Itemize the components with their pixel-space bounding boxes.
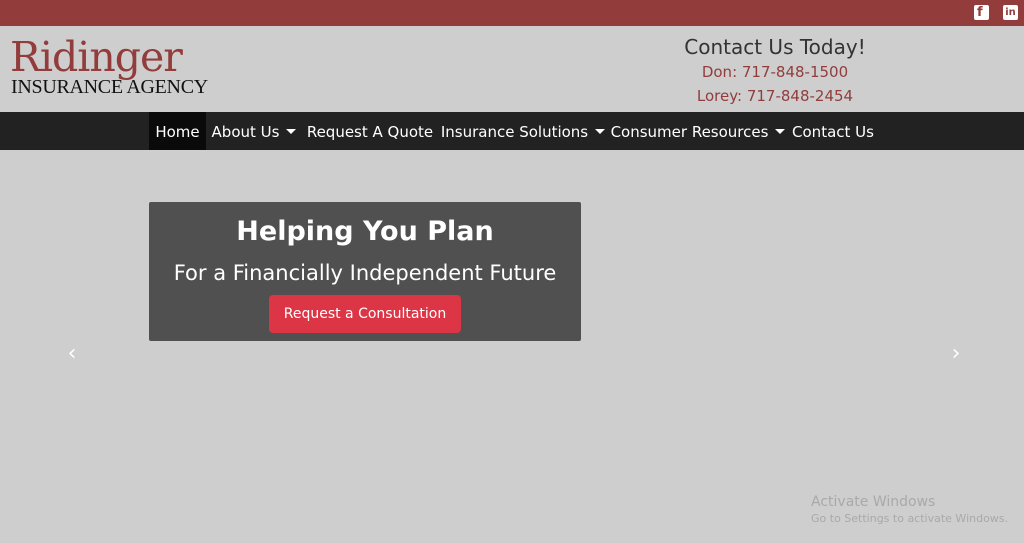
windows-activation-watermark: Activate Windows Go to Settings to activ…: [811, 493, 1008, 527]
agency-logo[interactable]: Ridinger INSURANCE AGENCY: [10, 34, 230, 100]
nav-item-about-us[interactable]: About Us: [206, 112, 302, 150]
logo-name: Ridinger: [10, 33, 183, 81]
request-consultation-button[interactable]: Request a Consultation: [269, 295, 461, 333]
nav-label: Insurance Solutions: [440, 123, 589, 141]
nav-item-home[interactable]: Home: [149, 112, 206, 150]
hero-subtitle: For a Financially Independent Future: [173, 261, 557, 285]
caret-down-icon: [775, 129, 786, 134]
contact-block: Contact Us Today! Don: 717-848-1500 Lore…: [660, 34, 890, 108]
hero-caption: Helping You Plan For a Financially Indep…: [149, 202, 581, 341]
nav-label: Request A Quote: [306, 123, 434, 141]
nav-label: Contact Us: [792, 123, 874, 141]
nav-item-insurance-solutions[interactable]: Insurance Solutions: [438, 112, 608, 150]
phone-lorey-link[interactable]: Lorey: 717-848-2454: [660, 84, 890, 108]
nav-label: Consumer Resources: [610, 123, 769, 141]
hero-title: Helping You Plan: [236, 216, 494, 247]
nav-item-contact-us[interactable]: Contact Us: [788, 112, 878, 150]
contact-title: Contact Us Today!: [684, 35, 866, 59]
facebook-icon[interactable]: f: [974, 5, 989, 20]
facebook-glyph: f: [977, 5, 983, 20]
linkedin-icon[interactable]: in: [1003, 5, 1018, 20]
caret-down-icon: [286, 129, 297, 134]
watermark-line-2: Go to Settings to activate Windows.: [811, 512, 1009, 525]
main-nav: Home About Us Request A Quote Insurance …: [0, 112, 1024, 150]
phone-don-link[interactable]: Don: 717-848-1500: [660, 60, 890, 84]
caret-down-icon: [595, 129, 606, 134]
watermark-line-1: Activate Windows: [811, 494, 936, 510]
nav-label: Home: [155, 123, 200, 141]
nav-label: About Us: [211, 123, 280, 141]
carousel-prev-icon[interactable]: ‹: [60, 340, 84, 368]
logo-agency: INSURANCE AGENCY: [11, 76, 208, 98]
nav-item-request-a-quote[interactable]: Request A Quote: [304, 112, 436, 150]
nav-item-consumer-resources[interactable]: Consumer Resources: [608, 112, 788, 150]
top-bar: f in: [0, 0, 1024, 26]
carousel-next-icon[interactable]: ›: [944, 340, 968, 368]
linkedin-glyph: in: [1005, 7, 1016, 18]
